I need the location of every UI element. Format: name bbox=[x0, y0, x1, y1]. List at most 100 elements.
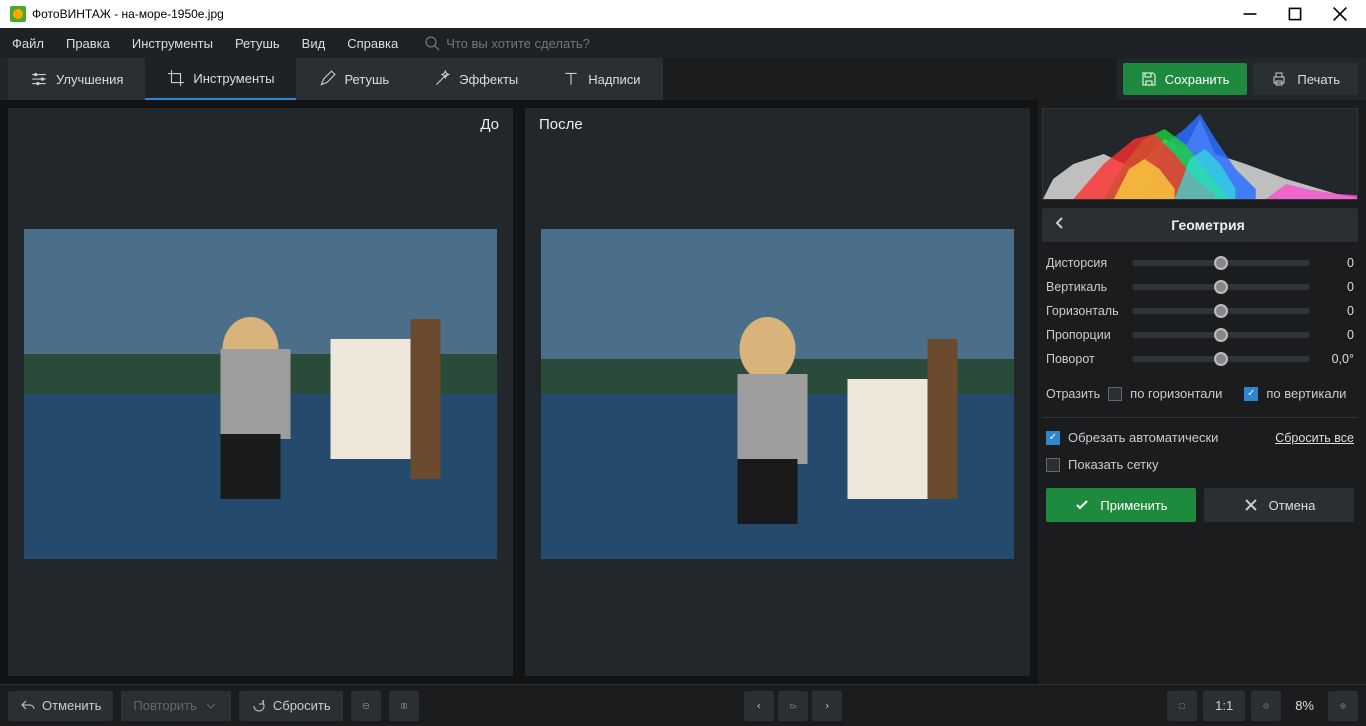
save-button[interactable]: Сохранить bbox=[1123, 63, 1248, 95]
tab-text[interactable]: Надписи bbox=[540, 58, 662, 100]
menu-help[interactable]: Справка bbox=[343, 32, 402, 55]
text-icon bbox=[562, 70, 580, 88]
app-icon bbox=[10, 6, 26, 22]
flip-h-checkbox[interactable] bbox=[1108, 387, 1122, 401]
zoom-in-button[interactable] bbox=[1328, 691, 1358, 721]
menu-edit[interactable]: Правка bbox=[62, 32, 114, 55]
after-pane: После bbox=[525, 108, 1030, 676]
before-label: До bbox=[466, 108, 513, 139]
tab-retouch[interactable]: Ретушь bbox=[296, 58, 411, 100]
slider-proportions[interactable]: Пропорции 0 bbox=[1046, 328, 1354, 342]
slider-horizontal[interactable]: Горизонталь 0 bbox=[1046, 304, 1354, 318]
reset-button[interactable]: Сбросить bbox=[239, 691, 343, 721]
plus-icon bbox=[1340, 698, 1346, 714]
slider-proportions-track[interactable] bbox=[1132, 332, 1310, 338]
fit-screen-button[interactable] bbox=[1167, 691, 1197, 721]
menu-file[interactable]: Файл bbox=[8, 32, 48, 55]
zoom-out-button[interactable] bbox=[1251, 691, 1281, 721]
search-input[interactable] bbox=[446, 36, 646, 51]
maximize-button[interactable] bbox=[1272, 0, 1317, 28]
window-titlebar: ФотоВИНТАЖ - на-море-1950е.jpg bbox=[0, 0, 1366, 28]
minimize-icon bbox=[1242, 6, 1258, 22]
panel-title: Геометрия bbox=[1068, 217, 1348, 233]
slider-distortion-label: Дисторсия bbox=[1046, 256, 1124, 270]
prev-image-button[interactable] bbox=[744, 691, 774, 721]
browse-button[interactable] bbox=[778, 691, 808, 721]
reset-icon bbox=[251, 698, 267, 714]
zoom-actual-button[interactable]: 1:1 bbox=[1203, 691, 1245, 721]
flip-label: Отразить bbox=[1046, 387, 1100, 401]
window-title: ФотоВИНТАЖ - на-море-1950е.jpg bbox=[32, 7, 1227, 21]
slider-distortion[interactable]: Дисторсия 0 bbox=[1046, 256, 1354, 270]
flip-h-label: по горизонтали bbox=[1130, 386, 1222, 401]
reset-label: Сбросить bbox=[273, 698, 331, 713]
tool-tabs: Улучшения Инструменты Ретушь Эффекты Над… bbox=[0, 58, 1366, 100]
slider-distortion-track[interactable] bbox=[1132, 260, 1310, 266]
x-icon bbox=[1243, 497, 1259, 513]
panel-header: Геометрия bbox=[1042, 208, 1358, 242]
histogram[interactable] bbox=[1042, 108, 1358, 200]
next-image-button[interactable] bbox=[812, 691, 842, 721]
sidebar: Геометрия Дисторсия 0 Вертикаль 0 Горизо… bbox=[1038, 100, 1366, 684]
check-icon bbox=[1074, 497, 1090, 513]
slider-horizontal-track[interactable] bbox=[1132, 308, 1310, 314]
menu-view[interactable]: Вид bbox=[298, 32, 330, 55]
before-pane: До bbox=[8, 108, 513, 676]
zoom-percent: 8% bbox=[1287, 698, 1322, 713]
before-image[interactable] bbox=[24, 229, 497, 559]
zoom-group: 1:1 8% bbox=[1167, 691, 1358, 721]
undo-label: Отменить bbox=[42, 698, 101, 713]
save-label: Сохранить bbox=[1165, 72, 1230, 87]
menu-search[interactable] bbox=[424, 35, 646, 51]
slider-horizontal-value: 0 bbox=[1318, 304, 1354, 318]
redo-button[interactable]: Повторить bbox=[121, 691, 230, 721]
wand-icon bbox=[433, 70, 451, 88]
save-icon bbox=[1141, 71, 1157, 87]
slider-proportions-label: Пропорции bbox=[1046, 328, 1124, 342]
flip-v-label: по вертикали bbox=[1266, 386, 1346, 401]
reset-all-link[interactable]: Сбросить все bbox=[1275, 431, 1354, 445]
crop-icon bbox=[167, 69, 185, 87]
slider-rotate[interactable]: Поворот 0,0° bbox=[1046, 352, 1354, 366]
slider-vertical[interactable]: Вертикаль 0 bbox=[1046, 280, 1354, 294]
after-label: После bbox=[525, 108, 597, 139]
slider-vertical-value: 0 bbox=[1318, 280, 1354, 294]
maximize-icon bbox=[1287, 6, 1303, 22]
back-button[interactable] bbox=[1052, 215, 1068, 236]
folder-icon bbox=[790, 698, 796, 714]
tab-tools[interactable]: Инструменты bbox=[145, 58, 296, 100]
close-button[interactable] bbox=[1317, 0, 1362, 28]
apply-button[interactable]: Применить bbox=[1046, 488, 1196, 522]
slider-vertical-label: Вертикаль bbox=[1046, 280, 1124, 294]
show-grid-label: Показать сетку bbox=[1068, 457, 1158, 472]
slider-vertical-track[interactable] bbox=[1132, 284, 1310, 290]
slider-rotate-value: 0,0° bbox=[1318, 352, 1354, 366]
cancel-button[interactable]: Отмена bbox=[1204, 488, 1354, 522]
brush-icon bbox=[318, 70, 336, 88]
tab-enhance-label: Улучшения bbox=[56, 72, 123, 87]
print-label: Печать bbox=[1297, 72, 1340, 87]
slider-proportions-value: 0 bbox=[1318, 328, 1354, 342]
chevron-left-icon bbox=[1052, 215, 1068, 231]
tab-enhance[interactable]: Улучшения bbox=[8, 58, 145, 100]
tab-effects[interactable]: Эффекты bbox=[411, 58, 540, 100]
redo-label: Повторить bbox=[133, 698, 196, 713]
cancel-label: Отмена bbox=[1269, 498, 1316, 513]
menu-tools[interactable]: Инструменты bbox=[128, 32, 217, 55]
print-button[interactable]: Печать bbox=[1253, 63, 1358, 95]
apply-label: Применить bbox=[1100, 498, 1167, 513]
slider-horizontal-label: Горизонталь bbox=[1046, 304, 1124, 318]
after-image[interactable] bbox=[541, 229, 1014, 559]
menu-retouch[interactable]: Ретушь bbox=[231, 32, 284, 55]
minimize-button[interactable] bbox=[1227, 0, 1272, 28]
chevron-down-icon bbox=[203, 698, 219, 714]
auto-crop-checkbox[interactable]: ✓ bbox=[1046, 431, 1060, 445]
auto-crop-label: Обрезать автоматически bbox=[1068, 430, 1218, 445]
compare-button[interactable] bbox=[389, 691, 419, 721]
compare-icon bbox=[401, 698, 407, 714]
show-grid-checkbox[interactable] bbox=[1046, 458, 1060, 472]
undo-button[interactable]: Отменить bbox=[8, 691, 113, 721]
flip-v-checkbox[interactable]: ✓ bbox=[1244, 387, 1258, 401]
history-button[interactable] bbox=[351, 691, 381, 721]
slider-rotate-track[interactable] bbox=[1132, 356, 1310, 362]
